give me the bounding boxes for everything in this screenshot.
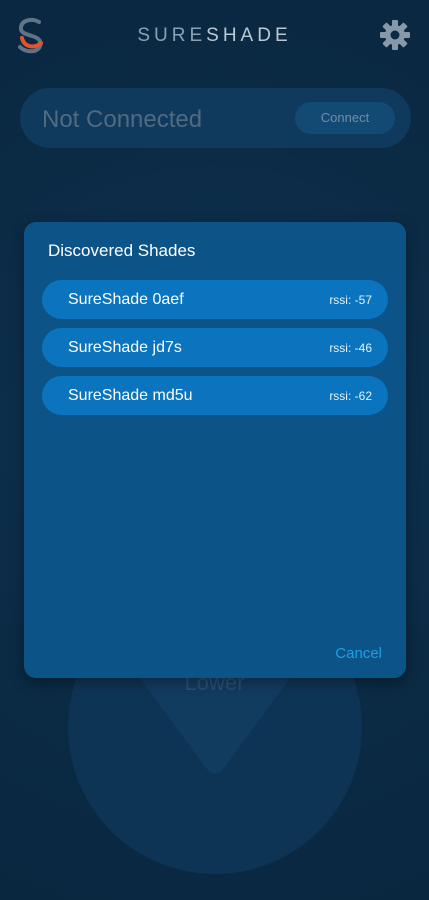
app-screen: Lower SURESHADE Not Connected Connect Di…	[0, 0, 429, 900]
shade-list-item[interactable]: SureShade 0aef rssi: -57	[42, 280, 388, 319]
gear-icon[interactable]	[378, 18, 412, 52]
shade-rssi: rssi: -62	[329, 389, 372, 403]
app-header: SURESHADE	[0, 0, 429, 72]
shade-name: SureShade md5u	[68, 387, 193, 404]
connect-button[interactable]: Connect	[295, 102, 395, 134]
shade-list-item[interactable]: SureShade md5u rssi: -62	[42, 376, 388, 415]
shade-rssi: rssi: -57	[329, 293, 372, 307]
shade-name: SureShade 0aef	[68, 291, 184, 308]
cancel-button[interactable]: Cancel	[335, 645, 382, 662]
connection-status: Not Connected	[42, 106, 203, 133]
shade-rssi: rssi: -46	[329, 341, 372, 355]
connection-bar: Not Connected Connect	[20, 88, 411, 148]
brand-part-sure: SURE	[137, 25, 207, 46]
discovered-shades-dialog: Discovered Shades SureShade 0aef rssi: -…	[24, 222, 406, 678]
brand-part-shade: SHADE	[206, 25, 292, 46]
shade-list: SureShade 0aef rssi: -57 SureShade jd7s …	[42, 280, 388, 424]
app-title: SURESHADE	[0, 25, 429, 47]
shade-list-item[interactable]: SureShade jd7s rssi: -46	[42, 328, 388, 367]
shade-name: SureShade jd7s	[68, 339, 182, 356]
dialog-title: Discovered Shades	[48, 241, 196, 260]
